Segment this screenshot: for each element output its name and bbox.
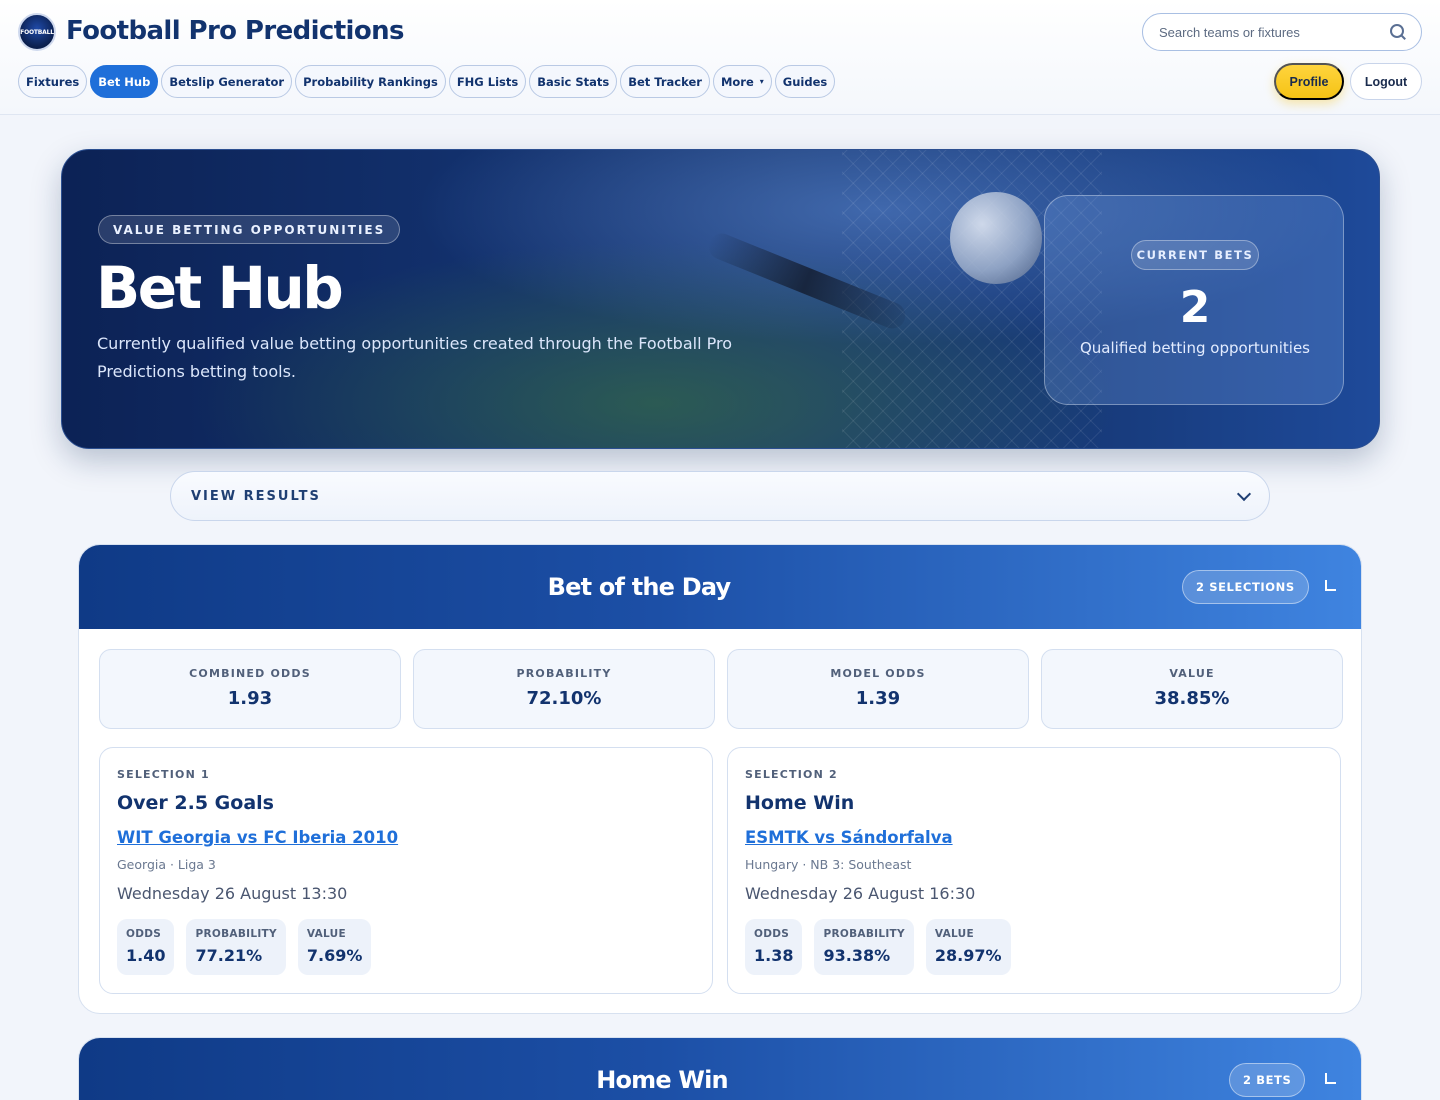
- bets-badge: 2 BETS: [1229, 1063, 1306, 1097]
- home-win-section: Home Win 2 BETS: [78, 1037, 1362, 1100]
- selection-card: SELECTION 2 Home Win ESMTK vs Sándorfalv…: [727, 747, 1341, 994]
- hero-tag: VALUE BETTING OPPORTUNITIES: [98, 215, 401, 244]
- metric-label: ODDS: [126, 928, 162, 940]
- selection-tag: SELECTION 1: [117, 768, 210, 781]
- fixture-link[interactable]: ESMTK vs Sándorfalva: [745, 828, 953, 847]
- bet-of-the-day-header[interactable]: Bet of the Day 2 SELECTIONS: [79, 545, 1361, 629]
- logo-text: FOOTBALL: [20, 28, 54, 36]
- metric-value: VALUE 28.97%: [925, 919, 1011, 975]
- site-logo[interactable]: FOOTBALL: [18, 13, 56, 51]
- football-graphic: [950, 192, 1042, 284]
- metric-value: 77.21%: [195, 946, 263, 965]
- selections-badge: 2 SELECTIONS: [1182, 570, 1309, 604]
- metric-probability: PROBABILITY 93.38%: [814, 919, 914, 975]
- kickoff-time: Wednesday 26 August 13:30: [117, 884, 348, 903]
- view-results-label: VIEW RESULTS: [191, 488, 321, 504]
- collapse-icon[interactable]: [1325, 580, 1336, 591]
- search-box[interactable]: [1142, 13, 1422, 51]
- home-win-header[interactable]: Home Win 2 BETS: [79, 1038, 1361, 1100]
- nav-bet-hub[interactable]: Bet Hub: [90, 65, 159, 98]
- selection-metrics: ODDS 1.38 PROBABILITY 93.38% VALUE 28.97…: [745, 919, 1011, 975]
- chevron-down-icon: [1236, 486, 1252, 501]
- stat-probability: PROBABILITY 72.10%: [413, 649, 715, 729]
- page-subtitle: Currently qualified value betting opport…: [97, 334, 732, 381]
- nav-more-dropdown[interactable]: More ▾: [712, 65, 772, 98]
- metric-label: PROBABILITY: [195, 928, 277, 940]
- stat-label: VALUE: [1169, 667, 1215, 680]
- nav-betslip-generator[interactable]: Betslip Generator: [161, 65, 293, 98]
- stat-value-percent: VALUE 38.85%: [1041, 649, 1343, 729]
- stat-value: 72.10%: [526, 688, 602, 709]
- main-nav: Fixtures Bet Hub Betslip Generator Proba…: [18, 65, 836, 98]
- metric-probability: PROBABILITY 77.21%: [186, 919, 286, 975]
- metric-label: PROBABILITY: [823, 928, 905, 940]
- summary-stats: COMBINED ODDS 1.93 PROBABILITY 72.10% MO…: [99, 649, 1343, 729]
- stat-combined-odds: COMBINED ODDS 1.93: [99, 649, 401, 729]
- profile-button[interactable]: Profile: [1274, 63, 1344, 100]
- league-label: Georgia · Liga 3: [117, 857, 216, 872]
- current-bets-count: 2: [1179, 282, 1211, 333]
- nav-probability-rankings[interactable]: Probability Rankings: [295, 65, 446, 98]
- caret-down-icon: ▾: [759, 77, 764, 86]
- section-title: Home Win: [596, 1066, 728, 1094]
- view-results-toggle[interactable]: VIEW RESULTS: [170, 471, 1270, 521]
- current-bets-label: Qualified betting opportunities: [1079, 339, 1310, 357]
- selection-metrics: ODDS 1.40 PROBABILITY 77.21% VALUE 7.69%: [117, 919, 372, 975]
- nav-more-label: More: [720, 74, 754, 89]
- stat-label: COMBINED ODDS: [189, 667, 311, 680]
- metric-odds: ODDS 1.40: [117, 919, 175, 975]
- selection-market: Over 2.5 Goals: [117, 792, 274, 814]
- selection-card: SELECTION 1 Over 2.5 Goals WIT Georgia v…: [99, 747, 713, 994]
- metric-value: 1.40: [126, 946, 166, 965]
- search-icon[interactable]: [1389, 23, 1407, 41]
- metric-value: 28.97%: [934, 946, 1002, 965]
- stat-value: 1.39: [855, 688, 901, 709]
- nav-guides[interactable]: Guides: [774, 65, 836, 98]
- fixture-link[interactable]: WIT Georgia vs FC Iberia 2010: [117, 828, 398, 847]
- nav-bet-tracker[interactable]: Bet Tracker: [620, 65, 710, 98]
- nav-fixtures[interactable]: Fixtures: [18, 65, 88, 98]
- current-bets-card: CURRENT BETS 2 Qualified betting opportu…: [1044, 195, 1344, 405]
- metric-value: VALUE 7.69%: [297, 919, 372, 975]
- metric-value: 93.38%: [823, 946, 891, 965]
- selections-list: SELECTION 1 Over 2.5 Goals WIT Georgia v…: [99, 747, 1341, 994]
- stat-value: 1.93: [227, 688, 273, 709]
- collapse-icon[interactable]: [1325, 1073, 1336, 1084]
- section-title: Bet of the Day: [547, 573, 732, 601]
- kickoff-time: Wednesday 26 August 16:30: [745, 884, 976, 903]
- metric-label: VALUE: [306, 928, 346, 940]
- selection-market: Home Win: [745, 792, 855, 814]
- site-title[interactable]: Football Pro Predictions: [66, 16, 405, 46]
- nav-basic-stats[interactable]: Basic Stats: [529, 65, 618, 98]
- stat-label: PROBABILITY: [516, 667, 612, 680]
- metric-value: 7.69%: [306, 946, 363, 965]
- stat-value: 38.85%: [1154, 688, 1230, 709]
- hero-banner: VALUE BETTING OPPORTUNITIES Bet Hub Curr…: [61, 149, 1380, 449]
- logout-button[interactable]: Logout: [1350, 63, 1422, 100]
- bet-of-the-day-section: Bet of the Day 2 SELECTIONS COMBINED ODD…: [78, 544, 1362, 1014]
- current-bets-tag: CURRENT BETS: [1131, 240, 1259, 270]
- stat-label: MODEL ODDS: [830, 667, 926, 680]
- stat-model-odds: MODEL ODDS 1.39: [727, 649, 1029, 729]
- selection-tag: SELECTION 2: [745, 768, 838, 781]
- league-label: Hungary · NB 3: Southeast: [745, 857, 912, 872]
- top-header: FOOTBALL Football Pro Predictions Fixtur…: [0, 0, 1440, 115]
- page-title: Bet Hub: [96, 254, 344, 322]
- metric-label: VALUE: [934, 928, 974, 940]
- nav-fhg-lists[interactable]: FHG Lists: [448, 65, 527, 98]
- metric-label: ODDS: [754, 928, 790, 940]
- metric-odds: ODDS 1.38: [745, 919, 803, 975]
- metric-value: 1.38: [754, 946, 794, 965]
- search-input[interactable]: [1159, 24, 1389, 40]
